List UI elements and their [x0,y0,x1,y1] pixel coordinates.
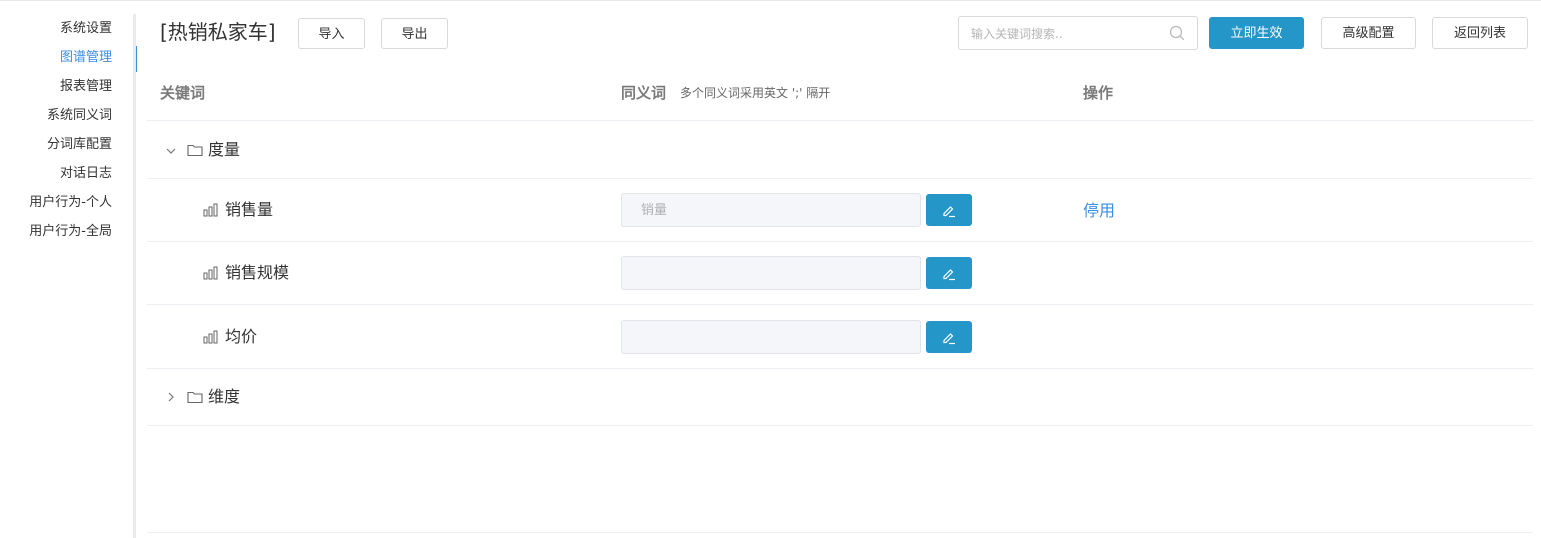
measure-label-sales-scale: 销售规模 [225,263,290,282]
edit-button[interactable] [926,321,972,353]
bar-chart-icon [203,203,218,217]
synonym-input-average-price[interactable] [621,320,921,354]
sidebar-item-graph-management[interactable]: 图谱管理 [0,43,137,72]
pencil-icon [943,206,955,218]
search-box [958,16,1198,51]
sidebar-rail [133,14,136,538]
sidebar-item-report-management[interactable]: 报表管理 [0,72,133,101]
sidebar-item-user-behavior-global[interactable]: 用户行为-全局 [0,217,133,246]
folder-icon [187,144,203,157]
sidebar-item-system-settings[interactable]: 系统设置 [0,14,133,43]
synonym-input-sales-volume[interactable] [621,193,921,227]
page-title: [热销私家车] [160,20,276,44]
apply-now-button[interactable]: 立即生效 [1209,17,1304,49]
synonym-hint: 多个同义词采用英文 ';' 隔开 [680,86,831,100]
group-label-measure: 度量 [208,140,241,159]
row-divider [147,120,1533,121]
search-icon[interactable] [1169,25,1185,41]
column-header-ops: 操作 [1083,84,1114,102]
edit-button[interactable] [926,194,972,226]
import-button[interactable]: 导入 [298,18,365,49]
export-button[interactable]: 导出 [381,18,448,49]
row-divider [147,241,1533,242]
search-input[interactable] [969,17,1168,51]
sidebar-item-dialog-log[interactable]: 对话日志 [0,159,133,188]
column-header-synonym: 同义词 [621,84,667,102]
row-divider [147,425,1533,426]
chevron-down-icon[interactable] [165,145,177,157]
group-label-dimension: 维度 [208,387,241,406]
synonym-input-sales-scale[interactable] [621,256,921,290]
row-divider [147,368,1533,369]
pencil-icon [943,333,955,345]
advanced-config-button[interactable]: 高级配置 [1321,17,1416,49]
table-bottom-divider [147,532,1533,533]
column-header-keyword: 关键词 [160,84,206,102]
edit-button[interactable] [926,257,972,289]
bar-chart-icon [203,330,218,344]
measure-label-sales-volume: 销售量 [225,200,274,219]
sidebar-item-system-synonyms[interactable]: 系统同义词 [0,101,133,130]
row-divider [147,178,1533,179]
sidebar-item-user-behavior-personal[interactable]: 用户行为-个人 [0,188,133,217]
sidebar: 系统设置 图谱管理 报表管理 系统同义词 分词库配置 对话日志 用户行为-个人 … [0,14,137,246]
top-divider [0,0,1541,1]
back-to-list-button[interactable]: 返回列表 [1432,17,1528,49]
disable-link[interactable]: 停用 [1083,200,1115,222]
pencil-icon [943,269,955,281]
measure-label-average-price: 均价 [225,327,258,346]
bar-chart-icon [203,266,218,280]
sidebar-item-tokenizer-config[interactable]: 分词库配置 [0,130,133,159]
row-divider [147,304,1533,305]
folder-icon [187,391,203,404]
chevron-right-icon[interactable] [165,391,177,403]
